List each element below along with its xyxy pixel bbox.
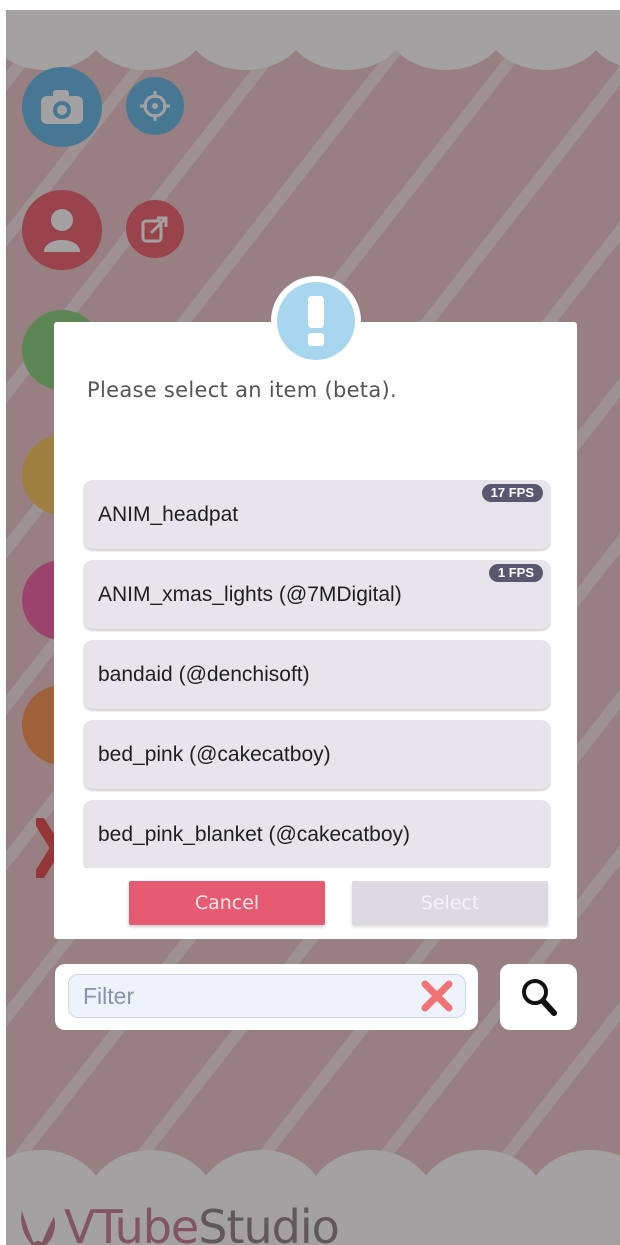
item-label: ANIM_xmas_lights (@7MDigital)	[98, 583, 402, 606]
select-item-dialog: Please select an item (beta). ANIM_headp…	[54, 322, 577, 939]
clear-filter-button[interactable]	[420, 979, 454, 1013]
item-list[interactable]: ANIM_headpat 17 FPS ANIM_xmas_lights (@7…	[83, 480, 551, 868]
select-button[interactable]: Select	[352, 881, 548, 925]
filter-box	[55, 964, 478, 1030]
filter-input[interactable]	[68, 974, 466, 1018]
list-item[interactable]: bed_pink_blanket (@cakecatboy)	[83, 800, 551, 868]
close-x-icon	[421, 980, 453, 1012]
warning-circle	[277, 282, 355, 360]
list-item[interactable]: ANIM_headpat 17 FPS	[83, 480, 551, 549]
fps-badge: 1 FPS	[488, 564, 543, 582]
dialog-prompt: Please select an item (beta).	[87, 378, 397, 402]
magnifier-icon	[521, 979, 557, 1016]
exclamation-icon	[308, 296, 324, 346]
item-label: bed_pink_blanket (@cakecatboy)	[98, 823, 411, 846]
item-label: bandaid (@denchisoft)	[98, 663, 310, 686]
item-label: ANIM_headpat	[98, 503, 239, 526]
cancel-button[interactable]: Cancel	[129, 881, 325, 925]
list-item[interactable]: bandaid (@denchisoft)	[83, 640, 551, 709]
item-label: bed_pink (@cakecatboy)	[98, 743, 331, 766]
list-item[interactable]: bed_pink (@cakecatboy)	[83, 720, 551, 789]
list-item[interactable]: ANIM_xmas_lights (@7MDigital) 1 FPS	[83, 560, 551, 629]
warning-badge	[271, 276, 361, 366]
fps-badge: 17 FPS	[481, 484, 543, 502]
search-button[interactable]	[500, 964, 577, 1030]
